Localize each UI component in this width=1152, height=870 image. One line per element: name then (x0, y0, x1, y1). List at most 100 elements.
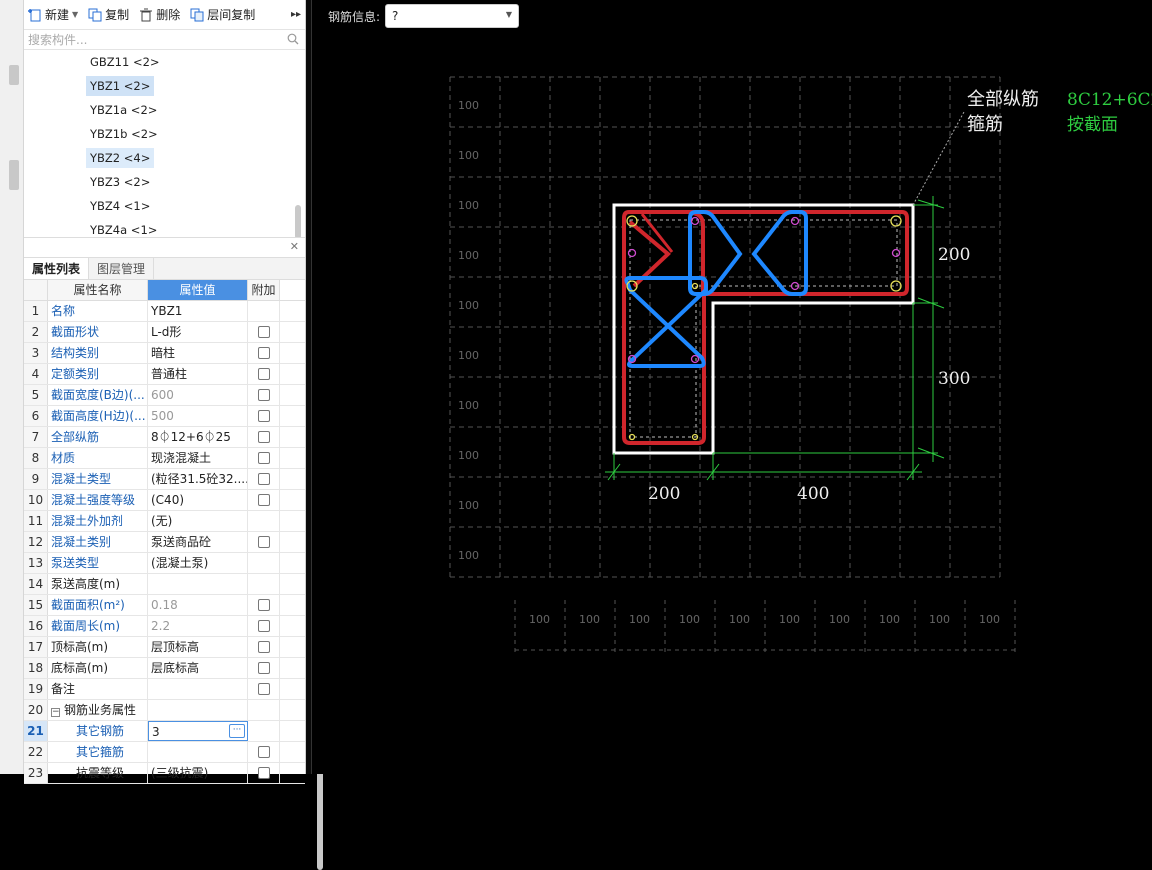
property-value-text: 600 (151, 388, 174, 402)
tree-item-ybz3[interactable]: YBZ3 <2> (86, 172, 154, 192)
attach-checkbox[interactable] (257, 389, 270, 401)
property-value[interactable]: L-d形 (148, 322, 248, 342)
component-panel: 新建 ▼ 复制 删除 层间复制 ▸▸ 搜索构件... GBZ11 <2> YBZ… (24, 0, 323, 870)
attach-checkbox[interactable] (257, 431, 270, 443)
header-property-value: 属性值 (148, 280, 248, 300)
property-value[interactable]: (C40) (148, 490, 248, 510)
attach-checkbox[interactable] (257, 473, 270, 485)
table-row[interactable]: 8 材质 现浇混凝土 (24, 448, 305, 469)
table-row[interactable]: 12 混凝土类别 泵送商品砼 (24, 532, 305, 553)
attach-checkbox[interactable] (257, 452, 270, 464)
property-value[interactable]: (粒径31.5砼32.... (148, 469, 248, 489)
ellipsis-button[interactable]: ··· (229, 724, 245, 738)
table-row[interactable]: 6 截面高度(H边)(... 500 (24, 406, 305, 427)
property-value-text: 普通柱 (151, 367, 188, 381)
attach-checkbox[interactable] (257, 746, 270, 758)
property-value[interactable]: (混凝土泵) (148, 553, 248, 573)
property-value[interactable]: 层底标高 (148, 658, 248, 678)
tab-property-list[interactable]: 属性列表 (24, 258, 90, 279)
overflow-chevron-icon[interactable]: ▸▸ (291, 9, 301, 20)
property-name: 泵送类型 (48, 553, 148, 573)
delete-button[interactable]: 删除 (139, 6, 180, 23)
dim-label-bottom-left: 200 (648, 484, 680, 504)
search-field[interactable]: 搜索构件... (24, 30, 305, 50)
property-value[interactable]: 600 (148, 385, 248, 405)
table-row[interactable]: 1 名称 YBZ1 (24, 301, 305, 322)
table-row[interactable]: 9 混凝土类型 (粒径31.5砼32.... (24, 469, 305, 490)
table-row[interactable]: 21 其它钢筋 3 ··· (24, 721, 305, 742)
property-value[interactable]: 普通柱 (148, 364, 248, 384)
attach-checkbox[interactable] (257, 347, 270, 359)
table-row[interactable]: 19 备注 (24, 679, 305, 700)
table-row[interactable]: 2 截面形状 L-d形 (24, 322, 305, 343)
close-icon[interactable]: ✕ (290, 240, 299, 253)
tree-item-ybz1a[interactable]: YBZ1a <2> (86, 100, 161, 120)
table-row[interactable]: 10 混凝土强度等级 (C40) (24, 490, 305, 511)
table-row[interactable]: 22 其它箍筋 (24, 742, 305, 763)
attach-checkbox[interactable] (257, 662, 270, 674)
table-row[interactable]: 7 全部纵筋 8⏀12+6⏀25 (24, 427, 305, 448)
property-value[interactable]: YBZ1 (148, 301, 248, 321)
tree-item-gbz11[interactable]: GBZ11 <2> (86, 52, 164, 72)
extra-cell (248, 490, 280, 510)
property-value[interactable] (148, 574, 248, 594)
extra-cell (248, 742, 280, 762)
table-row[interactable]: 20− 钢筋业务属性 (24, 700, 305, 721)
tree-item-ybz4a[interactable]: YBZ4a <1> (86, 220, 161, 237)
extra-cell (248, 511, 280, 531)
table-row[interactable]: 18 底标高(m) 层底标高 (24, 658, 305, 679)
property-value[interactable] (148, 700, 248, 720)
property-value[interactable]: 2.2 (148, 616, 248, 636)
tab-layer-management[interactable]: 图层管理 (89, 258, 155, 279)
cad-canvas[interactable]: 100 100 100 100 100 100 100 100 100 100 100 100 100 1… (312, 0, 1152, 774)
attach-checkbox[interactable] (257, 326, 270, 338)
copy-button[interactable]: 复制 (88, 6, 129, 23)
floor-copy-button[interactable]: 层间复制 (190, 6, 255, 23)
extra-cell (248, 658, 280, 678)
attach-checkbox[interactable] (257, 767, 270, 779)
rebar-info-select[interactable]: ? ▼ (385, 4, 520, 28)
tree-item-ybz1b[interactable]: YBZ1b <2> (86, 124, 162, 144)
attach-checkbox[interactable] (257, 410, 270, 422)
table-row[interactable]: 5 截面宽度(B边)(... 600 (24, 385, 305, 406)
property-value[interactable]: (三级抗震) (148, 763, 248, 783)
table-row[interactable]: 17 顶标高(m) 层顶标高 (24, 637, 305, 658)
row-number: 6 (24, 406, 48, 426)
property-value[interactable]: 泵送商品砼 (148, 532, 248, 552)
panel-splitter[interactable]: ✕ (24, 238, 305, 258)
table-row[interactable]: 3 结构类别 暗柱 (24, 343, 305, 364)
tree-item-ybz1[interactable]: YBZ1 <2> (86, 76, 155, 96)
property-value[interactable]: (无) (148, 511, 248, 531)
property-value[interactable]: 0.18 (148, 595, 248, 615)
property-name-text: 材质 (51, 451, 76, 465)
attach-checkbox[interactable] (257, 368, 270, 380)
property-value[interactable]: 3 ··· (148, 721, 248, 741)
table-row[interactable]: 16 截面周长(m) 2.2 (24, 616, 305, 637)
property-value[interactable] (148, 742, 248, 762)
new-button[interactable]: 新建 ▼ (28, 6, 78, 23)
attach-checkbox[interactable] (257, 641, 270, 653)
table-row[interactable]: 14 泵送高度(m) (24, 574, 305, 595)
search-placeholder: 搜索构件... (28, 33, 88, 47)
table-row[interactable]: 11 混凝土外加剂 (无) (24, 511, 305, 532)
tree-scrollbar[interactable] (295, 205, 301, 237)
property-value[interactable]: 现浇混凝土 (148, 448, 248, 468)
extra-cell (248, 763, 280, 783)
attach-checkbox[interactable] (257, 536, 270, 548)
table-row[interactable]: 13 泵送类型 (混凝土泵) (24, 553, 305, 574)
property-value[interactable]: 暗柱 (148, 343, 248, 363)
property-value[interactable] (148, 679, 248, 699)
table-row[interactable]: 15 截面面积(m²) 0.18 (24, 595, 305, 616)
table-row[interactable]: 4 定额类别 普通柱 (24, 364, 305, 385)
property-value[interactable]: 500 (148, 406, 248, 426)
property-value[interactable]: 8⏀12+6⏀25 (148, 427, 248, 447)
property-value[interactable]: 层顶标高 (148, 637, 248, 657)
attach-checkbox[interactable] (257, 599, 270, 611)
rebar-info-bar: 钢筋信息: ? ▼ (328, 4, 520, 28)
attach-checkbox[interactable] (257, 620, 270, 632)
tree-item-ybz4[interactable]: YBZ4 <1> (86, 196, 154, 216)
attach-checkbox[interactable] (257, 683, 270, 695)
tree-item-ybz2[interactable]: YBZ2 <4> (86, 148, 155, 168)
collapse-icon[interactable]: − (51, 708, 60, 717)
attach-checkbox[interactable] (257, 494, 270, 506)
